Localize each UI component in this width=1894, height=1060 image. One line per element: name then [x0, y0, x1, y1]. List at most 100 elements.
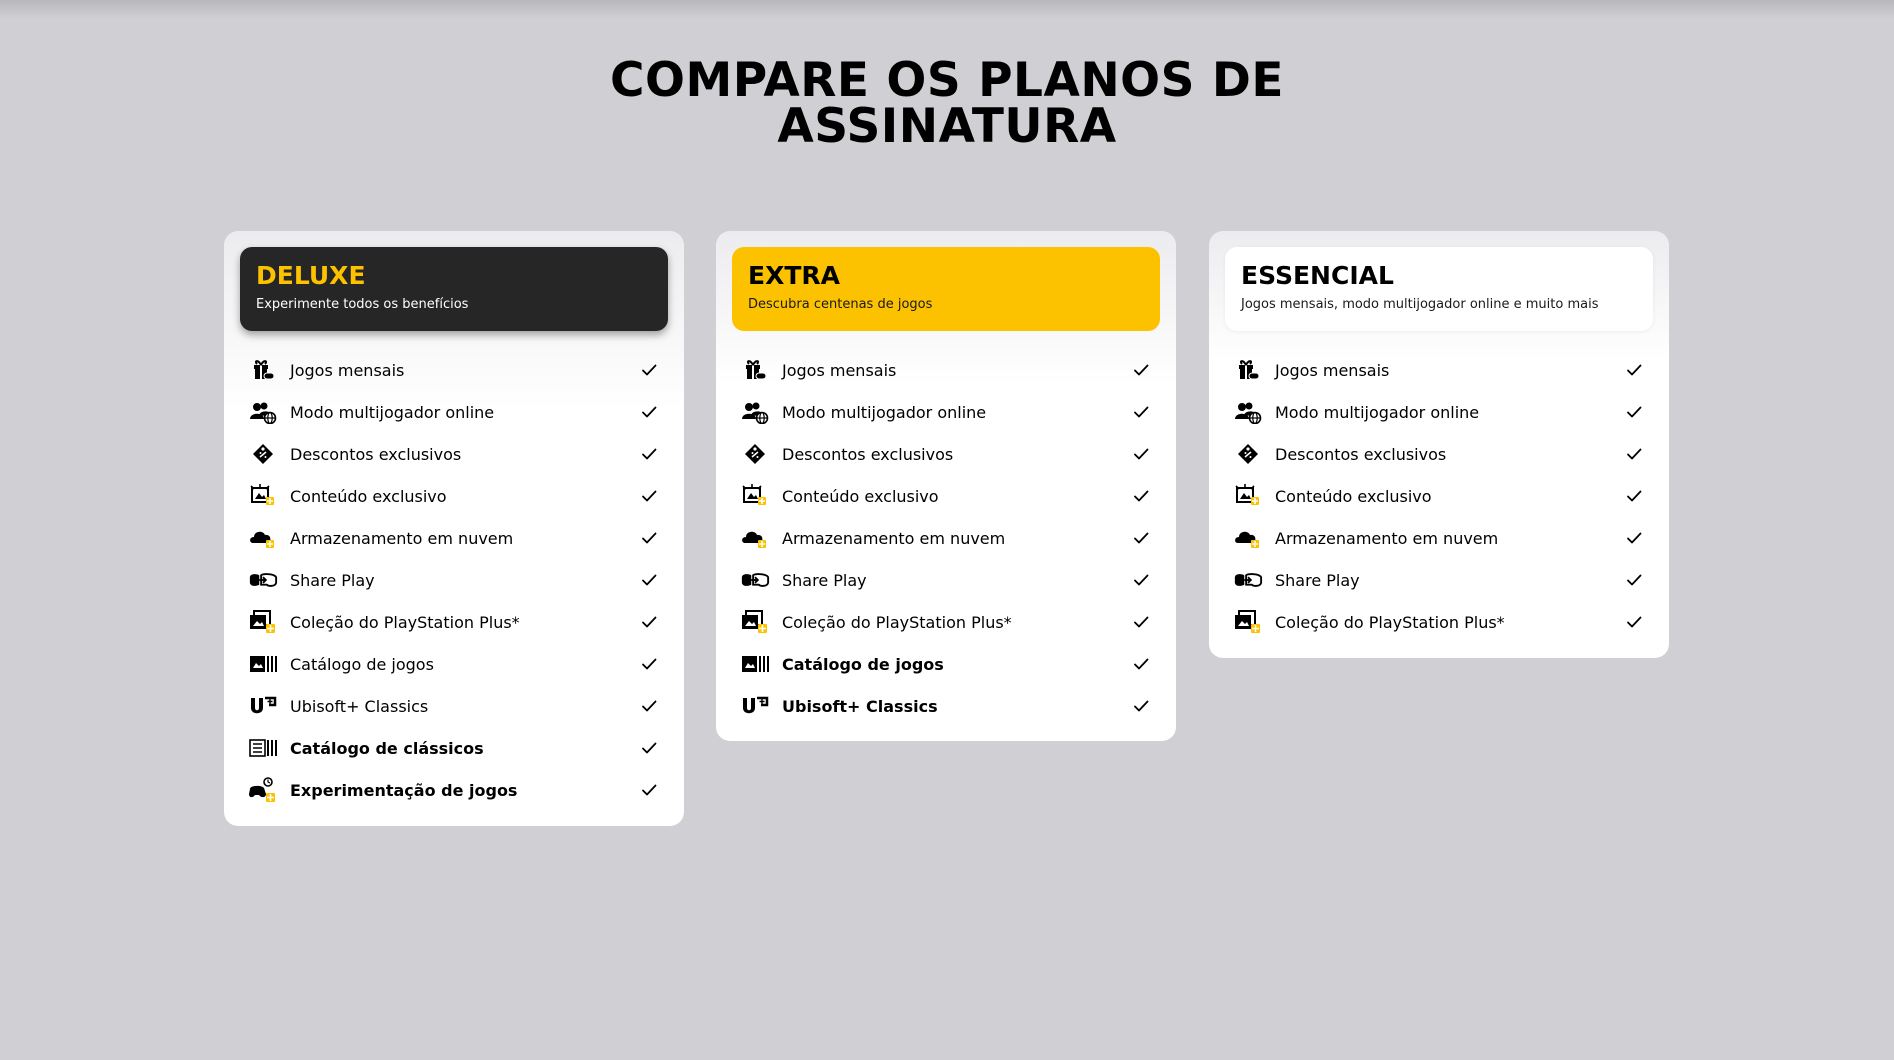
plan-subtitle: Experimente todos os benefícios — [256, 297, 469, 312]
plan-card-deluxe: DELUXE Experimente todos os benefícios J… — [224, 231, 684, 826]
feature-list: Jogos mensais Modo multijogador online Des… — [732, 349, 1160, 727]
plan-header-extra: EXTRA Descubra centenas de jogos — [732, 247, 1160, 331]
check-icon — [1132, 571, 1154, 589]
check-icon — [640, 571, 662, 589]
check-icon — [1132, 445, 1154, 463]
feature-label: Share Play — [782, 570, 867, 590]
top-shadow — [0, 0, 1894, 18]
plan-card-extra: EXTRA Descubra centenas de jogos Jogos m… — [716, 231, 1176, 741]
collection-icon — [740, 609, 770, 635]
check-icon — [1132, 613, 1154, 631]
collection-icon — [1233, 609, 1263, 635]
feature-label: Descontos exclusivos — [782, 444, 954, 464]
plan-card-essencial: ESSENCIAL Jogos mensais, modo multijogad… — [1209, 231, 1669, 658]
feature-row: Armazenamento em nuvem — [1233, 517, 1653, 559]
feature-row: Descontos exclusivos — [248, 433, 668, 475]
feature-row: Modo multijogador online — [248, 391, 668, 433]
feature-row: Descontos exclusivos — [1233, 433, 1653, 475]
check-icon — [1625, 613, 1647, 631]
feature-row: Coleção do PlayStation Plus* — [248, 601, 668, 643]
feature-label: Conteúdo exclusivo — [782, 486, 939, 506]
feature-label: Modo multijogador online — [290, 402, 495, 422]
check-icon — [640, 445, 662, 463]
exclusive-content-icon — [248, 483, 278, 509]
cloud-storage-icon — [740, 525, 770, 551]
check-icon — [1132, 403, 1154, 421]
feature-row: Share Play — [740, 559, 1160, 601]
feature-row: Jogos mensais — [1233, 349, 1653, 391]
feature-row: Catálogo de jogos — [248, 643, 668, 685]
game-catalog-icon — [740, 651, 770, 677]
plan-header-essencial: ESSENCIAL Jogos mensais, modo multijogad… — [1225, 247, 1653, 331]
check-icon — [1625, 571, 1647, 589]
feature-label: Share Play — [290, 570, 375, 590]
cloud-storage-icon — [1233, 525, 1263, 551]
check-icon — [640, 487, 662, 505]
check-icon — [1132, 697, 1154, 715]
feature-label: Modo multijogador online — [1275, 402, 1480, 422]
cloud-storage-icon — [248, 525, 278, 551]
classics-catalog-icon — [248, 735, 278, 761]
feature-row: Coleção do PlayStation Plus* — [1233, 601, 1653, 643]
feature-label: Armazenamento em nuvem — [782, 528, 1006, 548]
check-icon — [1625, 529, 1647, 547]
multiplayer-globe-icon — [740, 399, 770, 425]
discount-tag-icon — [1233, 441, 1263, 467]
check-icon — [640, 655, 662, 673]
feature-row: Ubisoft+ Classics — [740, 685, 1160, 727]
feature-row: Ubisoft+ Classics — [248, 685, 668, 727]
check-icon — [640, 613, 662, 631]
feature-row: Conteúdo exclusivo — [740, 475, 1160, 517]
check-icon — [1132, 655, 1154, 673]
feature-label: Modo multijogador online — [782, 402, 987, 422]
ubisoft-plus-icon — [248, 693, 278, 719]
gift-controller-icon — [740, 357, 770, 383]
plan-name: ESSENCIAL — [1241, 261, 1394, 290]
check-icon — [1625, 445, 1647, 463]
feature-label: Conteúdo exclusivo — [290, 486, 447, 506]
feature-row: Catálogo de jogos — [740, 643, 1160, 685]
multiplayer-globe-icon — [248, 399, 278, 425]
feature-label: Armazenamento em nuvem — [290, 528, 514, 548]
check-icon — [640, 739, 662, 757]
ubisoft-plus-icon — [740, 693, 770, 719]
feature-label: Catálogo de jogos — [782, 654, 944, 674]
feature-label: Catálogo de clássicos — [290, 738, 484, 758]
feature-row: Modo multijogador online — [740, 391, 1160, 433]
feature-row: Catálogo de clássicos — [248, 727, 668, 769]
feature-label: Armazenamento em nuvem — [1275, 528, 1499, 548]
check-icon — [1625, 487, 1647, 505]
plan-name: DELUXE — [256, 261, 366, 290]
check-icon — [640, 403, 662, 421]
feature-label: Jogos mensais — [290, 360, 405, 380]
page-title: COMPARE OS PLANOS DE ASSINATURA — [0, 53, 1894, 150]
plan-name: EXTRA — [748, 261, 841, 290]
feature-row: Coleção do PlayStation Plus* — [740, 601, 1160, 643]
feature-row: Armazenamento em nuvem — [740, 517, 1160, 559]
feature-label: Catálogo de jogos — [290, 654, 434, 674]
check-icon — [640, 697, 662, 715]
feature-row: Jogos mensais — [740, 349, 1160, 391]
check-icon — [640, 781, 662, 799]
feature-label: Jogos mensais — [1275, 360, 1390, 380]
feature-row: Experimentação de jogos — [248, 769, 668, 811]
game-trial-icon — [248, 777, 278, 803]
feature-label: Ubisoft+ Classics — [290, 696, 429, 716]
check-icon — [640, 529, 662, 547]
feature-row: Modo multijogador online — [1233, 391, 1653, 433]
feature-row: Conteúdo exclusivo — [1233, 475, 1653, 517]
multiplayer-globe-icon — [1233, 399, 1263, 425]
gift-controller-icon — [248, 357, 278, 383]
check-icon — [1132, 487, 1154, 505]
discount-tag-icon — [248, 441, 278, 467]
page-title-line-1: COMPARE OS PLANOS DE — [610, 53, 1284, 108]
plan-subtitle: Descubra centenas de jogos — [748, 297, 933, 312]
plan-subtitle: Jogos mensais, modo multijogador online … — [1241, 297, 1599, 312]
exclusive-content-icon — [1233, 483, 1263, 509]
collection-icon — [248, 609, 278, 635]
feature-row: Descontos exclusivos — [740, 433, 1160, 475]
check-icon — [1132, 529, 1154, 547]
feature-label: Share Play — [1275, 570, 1360, 590]
feature-row: Share Play — [1233, 559, 1653, 601]
feature-label: Descontos exclusivos — [1275, 444, 1447, 464]
